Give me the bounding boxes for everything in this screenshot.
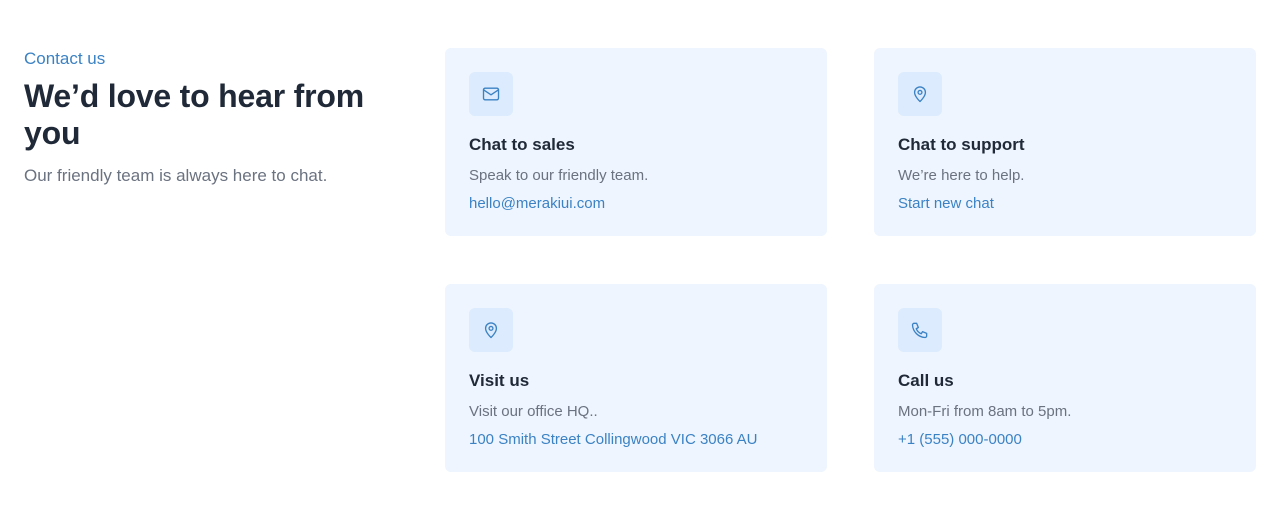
card-title: Chat to support bbox=[898, 135, 1025, 154]
office-address-link[interactable]: 100 Smith Street Collingwood VIC 3066 AU bbox=[469, 430, 758, 450]
sales-email-link[interactable]: hello@merakiui.com bbox=[469, 194, 605, 214]
contact-card-support: Chat to support We’re here to help. Star… bbox=[874, 48, 1256, 236]
contact-card-sales: Chat to sales Speak to our friendly team… bbox=[445, 48, 827, 236]
page-title: We’d love to hear from you bbox=[24, 78, 364, 151]
card-description: Speak to our friendly team. bbox=[469, 167, 649, 184]
eyebrow-label: Contact us bbox=[24, 49, 106, 68]
page-subtitle: Our friendly team is always here to chat… bbox=[24, 166, 328, 185]
contact-card-call: Call us Mon-Fri from 8am to 5pm. +1 (555… bbox=[874, 284, 1256, 472]
contact-intro: Contact us We’d love to hear from you Ou… bbox=[24, 48, 404, 188]
card-title: Chat to sales bbox=[469, 135, 575, 154]
phone-icon bbox=[898, 308, 942, 352]
card-title: Visit us bbox=[469, 371, 530, 390]
mail-icon bbox=[469, 72, 513, 116]
contact-card-visit: Visit us Visit our office HQ.. 100 Smith… bbox=[445, 284, 827, 472]
card-description: We’re here to help. bbox=[898, 167, 1025, 184]
card-description: Visit our office HQ.. bbox=[469, 403, 598, 420]
map-pin-icon bbox=[898, 72, 942, 116]
map-pin-icon bbox=[469, 308, 513, 352]
phone-link[interactable]: +1 (555) 000-0000 bbox=[898, 430, 1022, 450]
start-chat-link[interactable]: Start new chat bbox=[898, 194, 994, 214]
card-description: Mon-Fri from 8am to 5pm. bbox=[898, 403, 1072, 420]
card-title: Call us bbox=[898, 371, 954, 390]
